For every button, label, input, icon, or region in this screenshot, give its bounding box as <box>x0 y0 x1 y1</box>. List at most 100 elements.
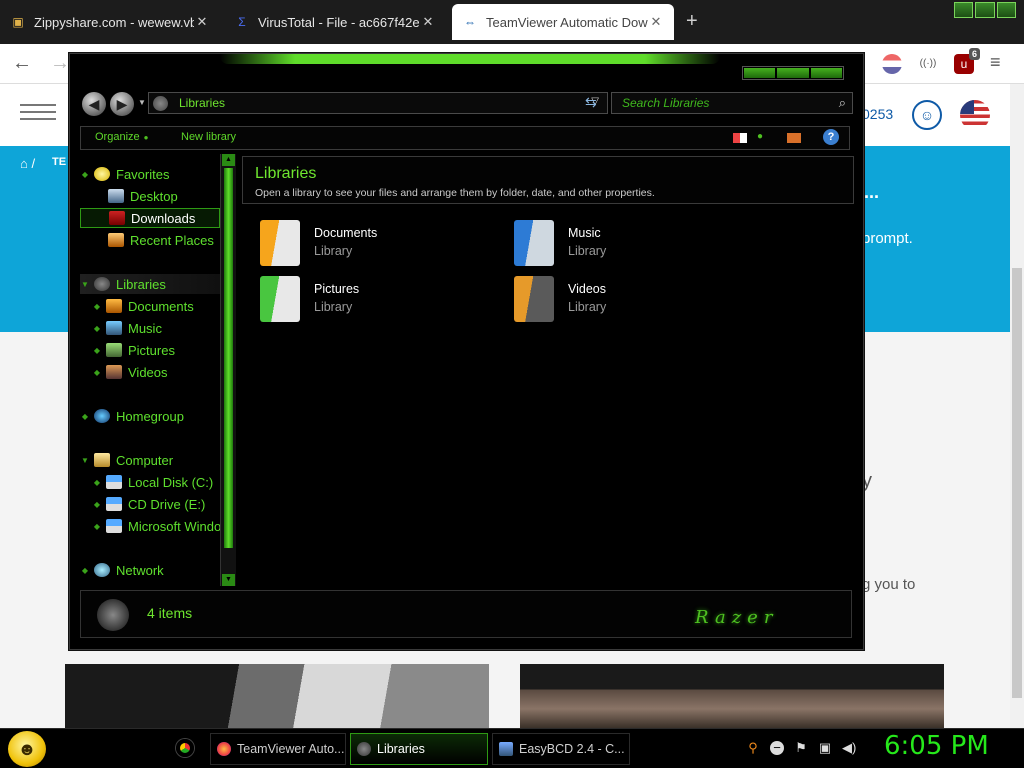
nav-documents[interactable]: ◆ Documents <box>92 296 220 316</box>
address-bar[interactable]: Libraries ▽ <box>148 92 608 114</box>
scroll-down-icon[interactable]: ▼ <box>222 574 235 586</box>
nav-pane-scrollbar[interactable]: ▲ ▼ <box>220 154 236 586</box>
nav-recent-places[interactable]: Recent Places <box>104 230 220 250</box>
nav-music[interactable]: ◆ Music <box>92 318 220 338</box>
nav-label: CD Drive (E:) <box>128 496 206 512</box>
back-button[interactable]: ← <box>12 52 32 75</box>
library-documents[interactable]: Documents Library <box>260 220 490 270</box>
expand-icon[interactable]: ◆ <box>92 500 102 509</box>
search-icon[interactable]: ⚲ <box>746 741 760 755</box>
recent-places-icon <box>108 233 124 247</box>
nav-label: Libraries <box>116 276 166 292</box>
organize-button[interactable]: Organize <box>95 131 148 143</box>
breadcrumb[interactable]: TE <box>52 156 66 168</box>
homegroup-icon <box>94 409 110 423</box>
taskbar-item-easybcd[interactable]: EasyBCD 2.4 - C... <box>492 733 630 765</box>
downloads-icon <box>109 211 125 225</box>
maximize-button[interactable] <box>777 68 809 78</box>
library-pictures[interactable]: Pictures Library <box>260 276 490 326</box>
home-icon[interactable]: ⌂ / <box>20 156 35 171</box>
nav-label: Desktop <box>130 188 178 204</box>
forward-button[interactable]: → <box>50 52 70 75</box>
nav-network[interactable]: ◆ Network <box>80 560 220 580</box>
page-scrollbar[interactable] <box>1010 84 1024 728</box>
nav-homegroup[interactable]: ◆ Homegroup <box>80 406 220 426</box>
expand-icon[interactable]: ◆ <box>92 522 102 531</box>
tab-virustotal[interactable]: Σ VirusTotal - File - ac667f42e286 ✕ <box>224 4 446 40</box>
expand-icon[interactable]: ◆ <box>92 346 102 355</box>
us-flag-icon[interactable] <box>960 100 990 130</box>
new-tab-button[interactable]: + <box>686 10 698 33</box>
close-button[interactable] <box>810 68 842 78</box>
nav-downloads[interactable]: Downloads <box>80 208 220 228</box>
action-center-flag-icon[interactable]: ⚑ <box>794 741 808 755</box>
browser-menu-button[interactable]: ≡ <box>990 52 1001 73</box>
tab-title: Zippyshare.com - wewew.vbs <box>34 14 194 30</box>
search-input[interactable]: Search Libraries ⌕ <box>611 92 853 114</box>
close-icon[interactable]: ✕ <box>194 14 210 30</box>
minimize-button[interactable] <box>744 68 776 78</box>
expand-icon[interactable]: ◆ <box>80 566 90 575</box>
navigation-pane: ◆ Favorites Desktop Downloads Recent Pla… <box>80 154 236 586</box>
command-bar: Organize New library ● ? <box>80 126 850 150</box>
library-music[interactable]: Music Library <box>514 220 744 270</box>
collapse-icon[interactable]: ▼ <box>80 280 90 289</box>
taskbar: ☻ TeamViewer Auto... Libraries EasyBCD 2… <box>0 728 1024 768</box>
expand-icon[interactable]: ◆ <box>92 324 102 333</box>
extension-icon[interactable]: ((·)) <box>918 54 938 74</box>
ublock-icon[interactable]: u6 <box>954 48 980 74</box>
new-library-button[interactable]: New library <box>181 131 236 143</box>
library-videos[interactable]: Videos Library <box>514 276 744 326</box>
hamburger-menu-icon[interactable] <box>20 104 56 120</box>
nav-microsoft-windows[interactable]: ◆ Microsoft Windo <box>92 516 220 536</box>
expand-icon[interactable]: ◆ <box>80 412 90 421</box>
network-icon[interactable]: ▣ <box>818 741 832 755</box>
change-view-icon[interactable] <box>733 133 747 143</box>
expand-icon[interactable]: ◆ <box>80 170 90 179</box>
nav-label: Documents <box>128 298 194 314</box>
collapse-icon[interactable]: ▼ <box>80 456 90 465</box>
close-icon[interactable]: ✕ <box>648 14 664 30</box>
nav-computer[interactable]: ▼ Computer <box>80 450 220 470</box>
flag-extension-icon[interactable] <box>882 54 902 74</box>
nav-pictures[interactable]: ◆ Pictures <box>92 340 220 360</box>
close-icon[interactable]: ✕ <box>420 14 436 30</box>
view-options-icon[interactable]: ● <box>757 131 763 142</box>
close-button[interactable] <box>996 2 1016 18</box>
nav-label: Homegroup <box>116 408 184 424</box>
taskbar-item-libraries[interactable]: Libraries <box>350 733 488 765</box>
scroll-up-icon[interactable]: ▲ <box>222 154 235 166</box>
nav-libraries[interactable]: ▼ Libraries <box>80 274 220 294</box>
taskbar-item-teamviewer[interactable]: TeamViewer Auto... <box>210 733 346 765</box>
nav-local-disk[interactable]: ◆ Local Disk (C:) <box>92 472 220 492</box>
user-account-icon[interactable]: ☺ <box>912 100 942 130</box>
expand-icon[interactable]: ◆ <box>92 302 102 311</box>
nav-videos[interactable]: ◆ Videos <box>92 362 220 382</box>
volume-icon[interactable]: ◀) <box>842 741 856 755</box>
minimize-button[interactable] <box>954 2 974 18</box>
nav-cd-drive[interactable]: ◆ CD Drive (E:) <box>92 494 220 514</box>
nav-favorites[interactable]: ◆ Favorites <box>80 164 220 184</box>
scrollbar-thumb[interactable] <box>1012 268 1022 698</box>
expand-icon[interactable]: ◆ <box>92 368 102 377</box>
minus-icon[interactable]: − <box>770 741 784 755</box>
scrollbar-thumb[interactable] <box>224 168 233 548</box>
maximize-button[interactable] <box>975 2 995 18</box>
recent-pages-dropdown-icon[interactable]: ▼ <box>138 98 146 107</box>
chrome-icon[interactable] <box>176 739 194 757</box>
refresh-icon[interactable]: ⇆ <box>585 94 597 111</box>
search-icon[interactable]: ⌕ <box>839 95 846 111</box>
preview-pane-icon[interactable] <box>787 133 801 143</box>
library-name: Music <box>568 226 601 240</box>
forward-arrow-icon[interactable]: ▶ <box>110 92 134 116</box>
start-button[interactable]: ☻ <box>8 731 46 767</box>
help-icon[interactable]: ? <box>823 129 839 145</box>
phone-number[interactable]: 0253 <box>862 106 893 122</box>
expand-icon[interactable]: ◆ <box>92 478 102 487</box>
nav-desktop[interactable]: Desktop <box>104 186 220 206</box>
tab-teamviewer[interactable]: ⇔ TeamViewer Automatic Downlo ✕ <box>452 4 674 40</box>
tab-zippyshare[interactable]: ▣ Zippyshare.com - wewew.vbs ✕ <box>0 4 220 40</box>
taskbar-clock[interactable]: 6:05 PM <box>884 731 989 761</box>
back-arrow-icon[interactable]: ◀ <box>82 92 106 116</box>
zippyshare-icon: ▣ <box>12 15 24 29</box>
